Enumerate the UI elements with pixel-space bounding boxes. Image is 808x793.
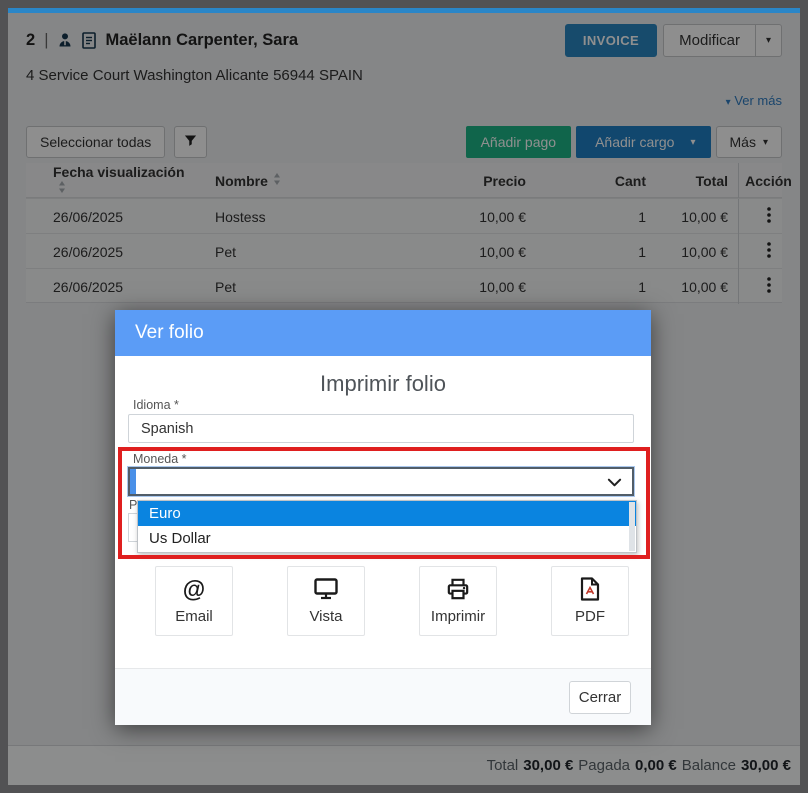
chevron-down-icon xyxy=(607,475,622,495)
idioma-label: Idioma * xyxy=(133,398,179,412)
imprimir-button[interactable]: Imprimir xyxy=(419,566,497,636)
pdf-button[interactable]: PDF xyxy=(551,566,629,636)
printer-icon xyxy=(446,577,470,601)
cerrar-button[interactable]: Cerrar xyxy=(569,681,631,714)
moneda-label: Moneda * xyxy=(133,452,187,466)
email-at-icon: @ xyxy=(183,577,205,601)
dropdown-option-euro[interactable]: Euro xyxy=(138,501,636,526)
vista-button[interactable]: Vista xyxy=(287,566,365,636)
modal-footer: Cerrar xyxy=(115,668,651,725)
idioma-select[interactable]: Spanish xyxy=(128,414,634,443)
pdf-file-icon xyxy=(580,577,600,601)
modal-heading: Imprimir folio xyxy=(115,371,651,397)
modal-title: Ver folio xyxy=(115,310,651,356)
output-actions: @ Email Vista Imprimir PDF xyxy=(155,566,629,636)
moneda-select[interactable] xyxy=(128,467,634,496)
moneda-dropdown-list: Euro Us Dollar xyxy=(137,500,637,553)
ver-folio-modal: Ver folio Imprimir folio Idioma * Spanis… xyxy=(115,310,651,725)
email-button[interactable]: @ Email xyxy=(155,566,233,636)
selection-bar xyxy=(130,469,136,494)
dropdown-scrollbar[interactable] xyxy=(629,502,635,551)
monitor-icon xyxy=(314,577,338,601)
dropdown-option-usdollar[interactable]: Us Dollar xyxy=(138,526,636,551)
